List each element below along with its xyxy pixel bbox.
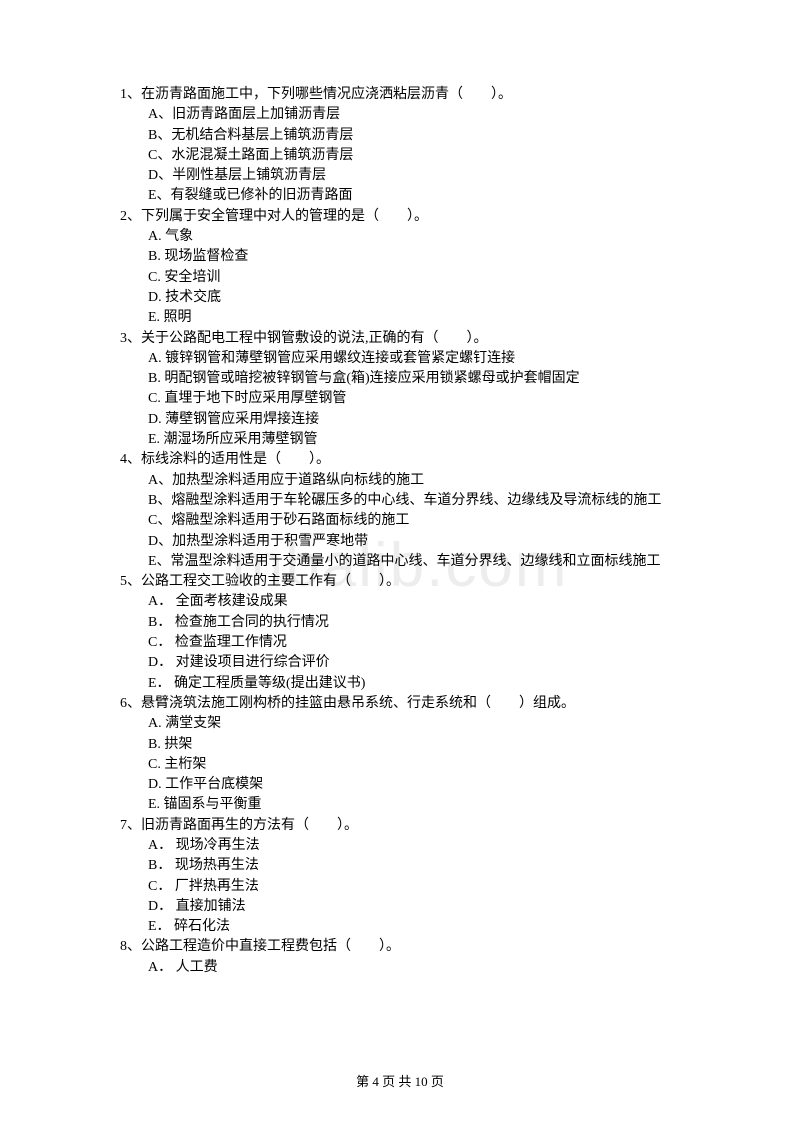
- question-text: 2、下列属于安全管理中对人的管理的是（ ）。: [120, 207, 680, 227]
- question-text: 8、公路工程造价中直接工程费包括（ ）。: [120, 937, 680, 957]
- option: E. 照明: [148, 308, 680, 328]
- option: B、熔融型涂料适用于车轮碾压多的中心线、车道分界线、边缘线及导流标线的施工: [148, 491, 680, 511]
- question-text: 5、公路工程交工验收的主要工作有（ ）。: [120, 572, 680, 592]
- option: A. 气象: [148, 227, 680, 247]
- question-1: 1、在沥青路面施工中，下列哪些情况应浇洒粘层沥青（ ）。 A、旧沥青路面层上加铺…: [120, 85, 680, 207]
- option: B. 明配钢管或暗挖被锌钢管与盒(箱)连接应采用锁紧螺母或护套帽固定: [148, 369, 680, 389]
- question-text: 4、标线涂料的适用性是（ ）。: [120, 450, 680, 470]
- question-text: 1、在沥青路面施工中，下列哪些情况应浇洒粘层沥青（ ）。: [120, 85, 680, 105]
- option: A、旧沥青路面层上加铺沥青层: [148, 105, 680, 125]
- option: A． 人工费: [148, 958, 680, 978]
- option: B. 拱架: [148, 735, 680, 755]
- option: D、加热型涂料适用于积雪严寒地带: [148, 532, 680, 552]
- options: A、旧沥青路面层上加铺沥青层 B、无机结合料基层上铺筑沥青层 C、水泥混凝土路面…: [120, 105, 680, 206]
- document-body: 1、在沥青路面施工中，下列哪些情况应浇洒粘层沥青（ ）。 A、旧沥青路面层上加铺…: [120, 85, 680, 978]
- question-8: 8、公路工程造价中直接工程费包括（ ）。 A． 人工费: [120, 937, 680, 978]
- options: A． 现场冷再生法 B． 现场热再生法 C． 厂拌热再生法 D． 直接加铺法 E…: [120, 836, 680, 937]
- option: E、常温型涂料适用于交通量小的道路中心线、车道分界线、边缘线和立面标线施工: [148, 552, 680, 572]
- option: D． 对建设项目进行综合评价: [148, 653, 680, 673]
- option: A． 现场冷再生法: [148, 836, 680, 856]
- option: B． 现场热再生法: [148, 856, 680, 876]
- option: E. 锚固系与平衡重: [148, 795, 680, 815]
- option: E. 潮湿场所应采用薄壁钢管: [148, 430, 680, 450]
- option: D. 工作平台底模架: [148, 775, 680, 795]
- option: A. 镀锌钢管和薄壁钢管应采用螺纹连接或套管紧定螺钉连接: [148, 349, 680, 369]
- option: B、无机结合料基层上铺筑沥青层: [148, 126, 680, 146]
- question-2: 2、下列属于安全管理中对人的管理的是（ ）。 A. 气象 B. 现场监督检查 C…: [120, 207, 680, 329]
- option: D、半刚性基层上铺筑沥青层: [148, 166, 680, 186]
- page-footer: 第 4 页 共 10 页: [0, 1073, 800, 1092]
- question-7: 7、旧沥青路面再生的方法有（ ）。 A． 现场冷再生法 B． 现场热再生法 C．…: [120, 816, 680, 938]
- question-5: 5、公路工程交工验收的主要工作有（ ）。 A． 全面考核建设成果 B． 检查施工…: [120, 572, 680, 694]
- option: C、熔融型涂料适用于砂石路面标线的施工: [148, 511, 680, 531]
- option: C． 厂拌热再生法: [148, 877, 680, 897]
- question-text: 3、关于公路配电工程中钢管敷设的说法,正确的有（ ）。: [120, 329, 680, 349]
- option: A、加热型涂料适用应于道路纵向标线的施工: [148, 471, 680, 491]
- option: D. 薄壁钢管应采用焊接连接: [148, 410, 680, 430]
- option: C． 检查监理工作情况: [148, 633, 680, 653]
- options: A． 全面考核建设成果 B． 检查施工合同的执行情况 C． 检查监理工作情况 D…: [120, 592, 680, 693]
- question-6: 6、悬臂浇筑法施工刚构桥的挂篮由悬吊系统、行走系统和（ ）组成。 A. 满堂支架…: [120, 694, 680, 816]
- options: A． 人工费: [120, 958, 680, 978]
- option: E． 确定工程质量等级(提出建议书): [148, 674, 680, 694]
- option: E． 碎石化法: [148, 917, 680, 937]
- options: A. 满堂支架 B. 拱架 C. 主桁架 D. 工作平台底模架 E. 锚固系与平…: [120, 714, 680, 815]
- option: C、水泥混凝土路面上铺筑沥青层: [148, 146, 680, 166]
- option: B． 检查施工合同的执行情况: [148, 613, 680, 633]
- question-4: 4、标线涂料的适用性是（ ）。 A、加热型涂料适用应于道路纵向标线的施工 B、熔…: [120, 450, 680, 572]
- option: E、有裂缝或已修补的旧沥青路面: [148, 186, 680, 206]
- option: A． 全面考核建设成果: [148, 592, 680, 612]
- option: B. 现场监督检查: [148, 247, 680, 267]
- option: D. 技术交底: [148, 288, 680, 308]
- option: C. 主桁架: [148, 755, 680, 775]
- options: A、加热型涂料适用应于道路纵向标线的施工 B、熔融型涂料适用于车轮碾压多的中心线…: [120, 471, 680, 572]
- option: A. 满堂支架: [148, 714, 680, 734]
- question-3: 3、关于公路配电工程中钢管敷设的说法,正确的有（ ）。 A. 镀锌钢管和薄壁钢管…: [120, 329, 680, 451]
- option: C. 安全培训: [148, 268, 680, 288]
- options: A. 气象 B. 现场监督检查 C. 安全培训 D. 技术交底 E. 照明: [120, 227, 680, 328]
- options: A. 镀锌钢管和薄壁钢管应采用螺纹连接或套管紧定螺钉连接 B. 明配钢管或暗挖被…: [120, 349, 680, 450]
- question-text: 6、悬臂浇筑法施工刚构桥的挂篮由悬吊系统、行走系统和（ ）组成。: [120, 694, 680, 714]
- option: C. 直埋于地下时应采用厚壁钢管: [148, 389, 680, 409]
- question-text: 7、旧沥青路面再生的方法有（ ）。: [120, 816, 680, 836]
- option: D． 直接加铺法: [148, 897, 680, 917]
